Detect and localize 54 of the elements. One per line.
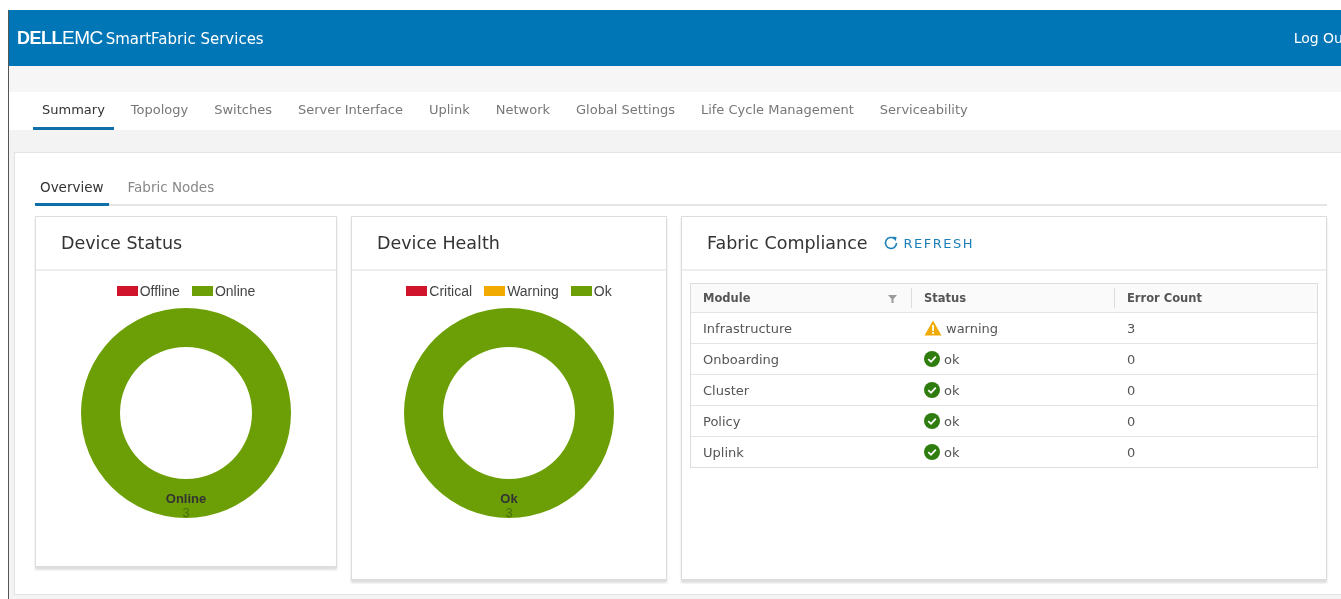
table-cell-text: 0 bbox=[1126, 351, 1137, 367]
table-cell-text: 3 bbox=[1126, 320, 1137, 336]
nav-tab[interactable]: Global Settings bbox=[567, 92, 684, 130]
nav-tab[interactable]: Uplink bbox=[419, 92, 479, 130]
table-cell-text: Policy bbox=[702, 413, 742, 429]
data-label: Online bbox=[165, 491, 207, 506]
panel-title: Device Status bbox=[61, 233, 183, 253]
filter-icon[interactable] bbox=[888, 293, 897, 303]
legend-swatch bbox=[484, 286, 506, 296]
legend-label: Critical bbox=[429, 283, 473, 299]
refresh-button[interactable]: REFRESH bbox=[881, 234, 975, 252]
check-circle-icon bbox=[924, 351, 940, 367]
legend-swatch bbox=[570, 286, 592, 296]
status-text: ok bbox=[944, 413, 960, 429]
column-header: Status bbox=[924, 291, 967, 305]
table-cell-text: Uplink bbox=[702, 444, 745, 460]
table-cell-text: Infrastructure bbox=[702, 320, 793, 336]
data-label: Ok bbox=[500, 491, 518, 506]
legend-swatch bbox=[191, 286, 213, 296]
logout-link[interactable]: Log Ou bbox=[1293, 30, 1341, 46]
table-cell-text: 0 bbox=[1126, 444, 1137, 460]
table-cell-text: 0 bbox=[1126, 382, 1137, 398]
nav-tab[interactable]: Switches bbox=[205, 92, 281, 130]
warning-icon bbox=[924, 320, 942, 336]
nav-tab[interactable]: Network bbox=[486, 92, 559, 130]
table-cell-text: 0 bbox=[1126, 413, 1137, 429]
logo-text: DELL bbox=[17, 28, 62, 49]
nav-tab[interactable]: Server Interface bbox=[289, 92, 412, 130]
column-header: Error Count bbox=[1127, 291, 1202, 305]
check-circle-icon bbox=[924, 444, 940, 460]
sub-tab[interactable]: Fabric Nodes bbox=[122, 171, 220, 206]
nav-tab[interactable]: Topology bbox=[121, 92, 198, 130]
legend-swatch bbox=[406, 286, 428, 296]
status-text: warning bbox=[946, 320, 999, 336]
legend-label: Ok bbox=[593, 283, 612, 299]
table-cell-text: Cluster bbox=[702, 382, 751, 398]
sub-tab[interactable]: Overview bbox=[35, 171, 109, 206]
check-circle-icon bbox=[924, 413, 940, 429]
panel-title: Fabric Compliance bbox=[707, 233, 868, 253]
nav-tab[interactable]: Life Cycle Management bbox=[691, 92, 863, 130]
legend-label: Online bbox=[214, 283, 256, 299]
column-header: Module bbox=[703, 291, 751, 305]
check-circle-icon bbox=[924, 382, 940, 398]
logo-text: EMC bbox=[62, 27, 103, 49]
legend-label: Offline bbox=[139, 283, 180, 299]
status-text: ok bbox=[944, 444, 960, 460]
table-cell-text: Onboarding bbox=[702, 351, 781, 367]
nav-tab[interactable]: Serviceability bbox=[870, 92, 977, 130]
product-title: SmartFabric Services bbox=[105, 30, 264, 48]
status-text: ok bbox=[944, 351, 960, 367]
panel-title: Device Health bbox=[377, 233, 500, 253]
legend-swatch bbox=[116, 286, 138, 296]
status-text: ok bbox=[944, 382, 960, 398]
legend-label: Warning bbox=[507, 283, 559, 299]
